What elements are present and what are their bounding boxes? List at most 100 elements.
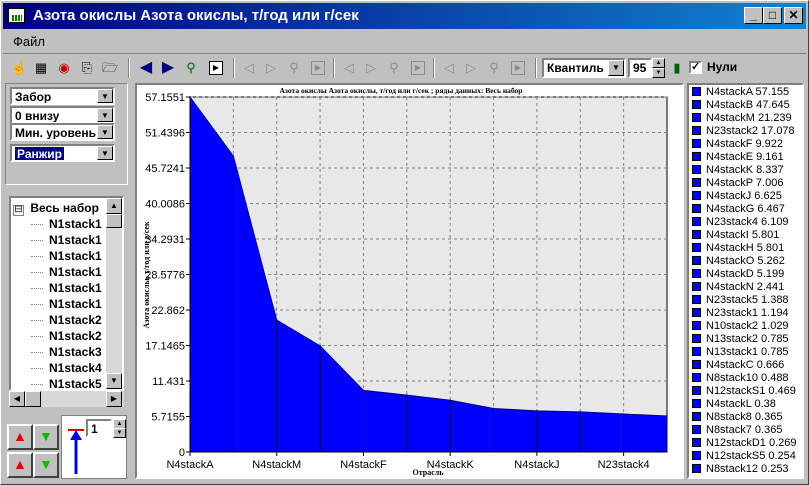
back-arrow-icon[interactable]: ◀ — [136, 58, 156, 78]
down-green-button-2[interactable]: ▼ — [33, 452, 59, 478]
rank-select[interactable]: Ранжир ▼ — [10, 144, 115, 162]
chevron-down-icon[interactable]: ▼ — [97, 89, 113, 103]
legend-label: N23stack1 1.194 — [706, 307, 789, 319]
legend-swatch — [692, 256, 701, 265]
legend-swatch — [692, 464, 701, 473]
pin-icon[interactable]: ⚲ — [181, 58, 201, 78]
level-select[interactable]: Мин. уровень ▼ — [10, 123, 115, 141]
chart-panel: 57.1551 51.4396 45.7241 40.0086 34.2931 28.57… — [135, 83, 684, 479]
minimize-icon: _ — [750, 8, 757, 22]
bar-chart-icon[interactable]: ▮ — [667, 58, 687, 78]
tree-item-label: N1stack4 — [49, 361, 102, 375]
pin-disabled-icon: ⚲ — [489, 60, 499, 75]
scroll-down-icon[interactable]: ▼ — [106, 373, 122, 389]
down-green-button[interactable]: ▼ — [33, 424, 59, 450]
toolbar-separator — [333, 58, 335, 78]
spin-down-icon[interactable]: ▼ — [113, 428, 126, 438]
legend-label: N12stackD1 0.269 — [706, 437, 797, 449]
legend-swatch — [692, 282, 701, 291]
toolbar: ☝ ▦ ◉ ⎘ 🗁 ◀ ▶ ⚲ ▶ ◁ ▷ ⚲ ▶ ◁ ▷ ⚲ ▶ ◁ ▷ ⚲ … — [3, 53, 806, 81]
red-up-arrow-icon: ▲ — [13, 428, 27, 444]
source-select[interactable]: Забор ▼ — [10, 87, 115, 105]
tree-item[interactable]: N1stack1 — [31, 281, 102, 297]
area-chart: 57.1551 51.4396 45.7241 40.0086 34.2931 28.57… — [142, 86, 668, 477]
legend-entry: N4stackB 47.645 — [692, 99, 790, 113]
tree-item[interactable]: N1stack5 — [31, 377, 102, 391]
menu-file[interactable]: Файл — [13, 34, 45, 49]
target-icon[interactable]: ◉ — [54, 58, 74, 78]
close-icon: ✕ — [788, 8, 799, 22]
tree-item-label: N1stack1 — [49, 217, 102, 231]
level-control: 1 ▲ ▼ — [61, 415, 127, 479]
legend-label: N12stackS1 0.469 — [706, 385, 796, 397]
legend-entry: N4stackP 7.006 — [692, 177, 783, 191]
tree-item[interactable]: N1stack1 — [31, 297, 102, 313]
baseline-select[interactable]: 0 внизу ▼ — [10, 106, 115, 124]
up-red-button-2[interactable]: ▲ — [7, 452, 33, 478]
tree-item[interactable]: N1stack1 — [31, 265, 102, 281]
hscroll-thumb[interactable] — [25, 391, 41, 407]
legend-label: N8stack8 0.365 — [706, 411, 783, 423]
collapse-icon[interactable]: ⊟ — [13, 205, 24, 216]
table-icon[interactable]: ▦ — [31, 58, 51, 78]
tree-item[interactable]: N1stack1 — [31, 217, 102, 233]
copy-icon[interactable]: ⎘ — [77, 58, 97, 78]
legend-swatch — [692, 87, 701, 96]
tree-item[interactable]: N1stack1 — [31, 249, 102, 265]
legend-label: N10stack2 1.029 — [706, 320, 789, 332]
legend-entry: N12stackS1 0.469 — [692, 385, 796, 399]
tree-hscrollbar[interactable]: ◀ ▶ — [9, 391, 124, 407]
title-bar[interactable]: Азота окислы Азота окислы, т/год или г/с… — [3, 3, 806, 29]
chevron-down-icon[interactable]: ▼ — [608, 60, 624, 76]
y-tick-label: 0 — [179, 447, 185, 459]
spin-up-icon[interactable]: ▲ — [652, 58, 665, 68]
scroll-up-icon[interactable]: ▲ — [106, 198, 122, 214]
legend-swatch — [692, 321, 701, 330]
toolbar-separator — [433, 58, 435, 78]
minimize-button[interactable]: _ — [744, 7, 763, 24]
percent-input[interactable]: 95 — [628, 58, 652, 78]
chevron-down-icon[interactable]: ▼ — [97, 108, 113, 122]
legend-swatch — [692, 230, 701, 239]
chevron-down-icon[interactable]: ▼ — [97, 125, 113, 139]
legend-swatch — [692, 178, 701, 187]
legend-label: N8stack7 0.365 — [706, 424, 783, 436]
back-arrow-disabled-icon: ◁ — [344, 60, 354, 75]
tree-connector — [31, 240, 43, 242]
legend-entry: N4stackA 57.155 — [692, 86, 789, 100]
legend-entry: N23stack1 1.194 — [692, 307, 789, 321]
green-down-arrow-icon: ▼ — [39, 428, 53, 444]
data-point — [406, 394, 408, 396]
forward-arrow-disabled-icon: ▷ — [266, 60, 276, 75]
tree-item-label: N1stack5 — [49, 377, 102, 391]
tree-item[interactable]: N1stack4 — [31, 361, 102, 377]
y-tick-label: 28.5776 — [145, 270, 185, 282]
play-disabled-icon: ▶ — [411, 61, 425, 75]
close-button[interactable]: ✕ — [784, 7, 803, 24]
scroll-left-icon[interactable]: ◀ — [9, 391, 25, 407]
forward-arrow-icon[interactable]: ▶ — [158, 58, 178, 78]
tree-item[interactable]: N1stack3 — [31, 345, 102, 361]
tree-item[interactable]: N1stack2 — [31, 313, 102, 329]
level-input[interactable]: 1 — [86, 419, 112, 437]
spin-down-icon[interactable]: ▼ — [652, 68, 665, 78]
play-icon[interactable]: ▶ — [209, 61, 223, 75]
scroll-thumb[interactable] — [106, 214, 122, 228]
scroll-right-icon[interactable]: ▶ — [106, 391, 122, 407]
chevron-down-icon[interactable]: ▼ — [97, 146, 113, 160]
zeros-label: Нули — [707, 60, 738, 74]
dataset-tree[interactable]: ⊟ Весь набор N1stack1 N1stack1 N1stack1 N1s… — [9, 196, 124, 391]
data-point — [232, 155, 235, 157]
tree-root[interactable]: ⊟ Весь набор — [13, 201, 99, 217]
open-folder-icon[interactable]: 🗁 — [100, 58, 120, 78]
tree-item[interactable]: N1stack1 — [31, 233, 102, 249]
hand-icon[interactable]: ☝ — [9, 58, 29, 78]
maximize-button[interactable]: □ — [763, 7, 782, 24]
legend-entry: N8stack7 0.365 — [692, 424, 782, 438]
zeros-checkbox[interactable]: ✓ — [689, 61, 702, 74]
statistic-select[interactable]: Квантиль ▼ — [542, 58, 626, 78]
statistic-select-value: Квантиль — [547, 61, 604, 75]
tree-item[interactable]: N1stack2 — [31, 329, 102, 345]
up-red-button[interactable]: ▲ — [7, 424, 33, 450]
tree-scrollbar[interactable]: ▲ ▼ — [106, 198, 122, 389]
